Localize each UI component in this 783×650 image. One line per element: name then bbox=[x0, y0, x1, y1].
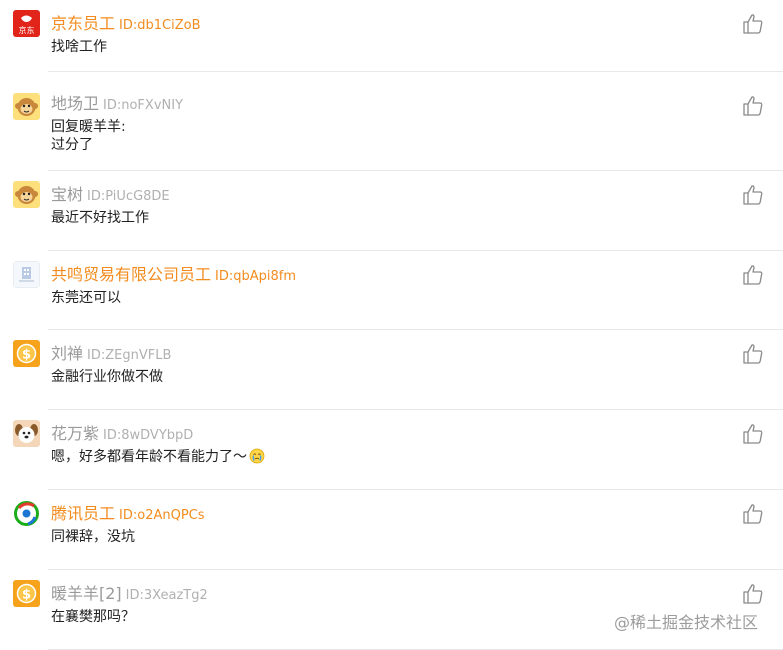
comment-header: 共鸣贸易有限公司员工 ID:qbApi8fm bbox=[51, 261, 296, 285]
like-thumb-icon[interactable] bbox=[741, 582, 765, 606]
svg-text:$: $ bbox=[22, 348, 31, 363]
comment-text: 嗯，好多都看年龄不看能力了～ bbox=[51, 448, 265, 469]
user-id: ID:8wDVYbpD bbox=[103, 428, 194, 443]
jd-logo[interactable]: 京东 bbox=[13, 10, 40, 37]
comment-item: 腾讯员工 ID:o2AnQPCs 同裸辞，没坑 bbox=[0, 490, 783, 570]
user-name[interactable]: 共鸣贸易有限公司员工 bbox=[51, 265, 211, 284]
crying-emoji-icon bbox=[249, 448, 265, 469]
user-name[interactable]: 京东员工 bbox=[51, 14, 115, 33]
user-id: ID:noFXvNIY bbox=[103, 98, 184, 113]
user-id: ID:3XeazTg2 bbox=[125, 588, 208, 603]
comment-text: 找啥工作 bbox=[51, 39, 107, 55]
comment-text: 过分了 bbox=[51, 137, 93, 153]
dog-avatar[interactable] bbox=[13, 420, 40, 447]
comment-text: 东莞还可以 bbox=[51, 290, 121, 306]
svg-text:京东: 京东 bbox=[19, 25, 35, 35]
user-name[interactable]: 宝树 bbox=[51, 185, 83, 204]
comment-text: 同裸辞，没坑 bbox=[51, 529, 135, 545]
comment-header: 宝树 ID:PiUcG8DE bbox=[51, 181, 170, 205]
tencent-logo[interactable] bbox=[13, 500, 40, 527]
comment-item: 宝树 ID:PiUcG8DE 最近不好找工作 bbox=[0, 171, 783, 251]
comment-item: 京东 京东员工 ID:db1CiZoB 找啥工作 bbox=[0, 0, 783, 72]
user-id: ID:ZEgnVFLB bbox=[87, 348, 172, 363]
monkey-avatar[interactable] bbox=[13, 181, 40, 208]
comment-text: 金融行业你做不做 bbox=[51, 369, 163, 385]
like-thumb-icon[interactable] bbox=[741, 422, 765, 446]
like-thumb-icon[interactable] bbox=[741, 263, 765, 287]
comment-text: 在襄樊那吗？ bbox=[51, 609, 135, 625]
comment-header: 京东员工 ID:db1CiZoB bbox=[51, 10, 200, 34]
comment-header: 刘禅 ID:ZEgnVFLB bbox=[51, 340, 171, 364]
comment-text: 回复暖羊羊: bbox=[51, 119, 126, 135]
coin-avatar[interactable]: $ bbox=[13, 580, 40, 607]
user-id: ID:PiUcG8DE bbox=[87, 189, 170, 204]
coin-avatar[interactable]: $ bbox=[13, 340, 40, 367]
svg-text:$: $ bbox=[22, 588, 31, 603]
user-id: ID:db1CiZoB bbox=[119, 18, 201, 33]
like-thumb-icon[interactable] bbox=[741, 94, 765, 118]
user-name[interactable]: 腾讯员工 bbox=[51, 504, 115, 523]
comment-item: 花万紫 ID:8wDVYbpD 嗯，好多都看年龄不看能力了～ bbox=[0, 410, 783, 490]
user-name[interactable]: 刘禅 bbox=[51, 344, 83, 363]
monkey-avatar[interactable] bbox=[13, 93, 40, 120]
like-thumb-icon[interactable] bbox=[741, 12, 765, 36]
like-thumb-icon[interactable] bbox=[741, 342, 765, 366]
comment-header: 腾讯员工 ID:o2AnQPCs bbox=[51, 500, 205, 524]
company-avatar[interactable] bbox=[13, 261, 40, 288]
comment-header: 花万紫 ID:8wDVYbpD bbox=[51, 420, 193, 444]
user-name[interactable]: 暖羊羊[2] bbox=[51, 584, 122, 603]
comment-item: $ 刘禅 ID:ZEgnVFLB 金融行业你做不做 bbox=[0, 330, 783, 410]
like-thumb-icon[interactable] bbox=[741, 183, 765, 207]
comment-item: 共鸣贸易有限公司员工 ID:qbApi8fm 东莞还可以 bbox=[0, 251, 783, 330]
user-name[interactable]: 花万紫 bbox=[51, 424, 99, 443]
like-thumb-icon[interactable] bbox=[741, 502, 765, 526]
comment-header: 暖羊羊[2] ID:3XeazTg2 bbox=[51, 580, 208, 604]
comment-item: 地场卫 ID:noFXvNIY 回复暖羊羊: 过分了 bbox=[0, 72, 783, 171]
comment-header: 地场卫 ID:noFXvNIY bbox=[51, 90, 183, 114]
user-id: ID:o2AnQPCs bbox=[119, 508, 205, 523]
user-id: ID:qbApi8fm bbox=[215, 269, 297, 284]
watermark: @稀土掘金技术社区 bbox=[614, 613, 759, 632]
user-name[interactable]: 地场卫 bbox=[51, 94, 99, 113]
comment-text: 最近不好找工作 bbox=[51, 210, 149, 226]
